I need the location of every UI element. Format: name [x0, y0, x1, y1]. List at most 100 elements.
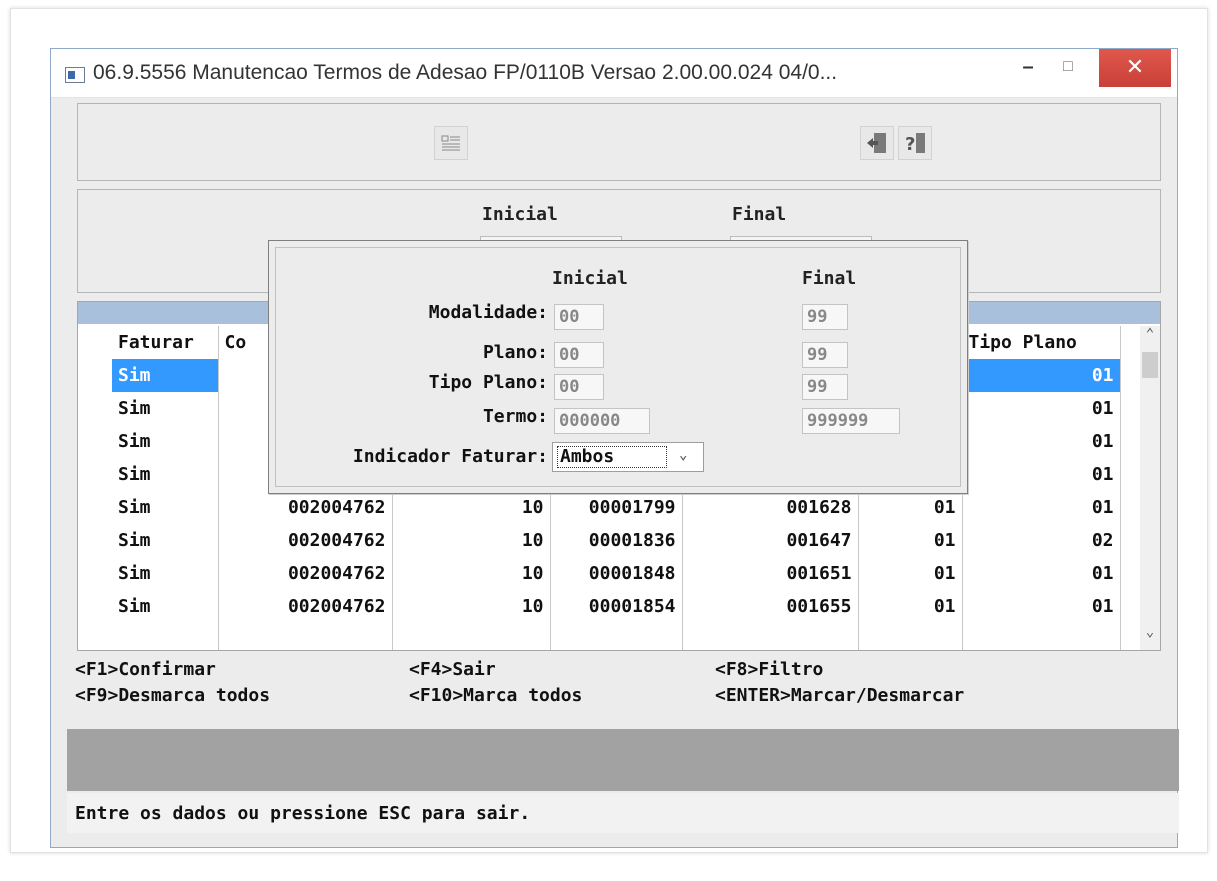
table-cell-plano[interactable]: 01 [858, 524, 963, 557]
table-row-empty [78, 623, 1121, 650]
close-button[interactable]: ✕ [1099, 49, 1171, 87]
minimize-button[interactable]: – [1011, 49, 1045, 87]
svg-text:?: ? [905, 134, 915, 155]
table-cell-proposta[interactable]: 001628 [682, 491, 859, 524]
termo-inicial-field[interactable]: 000000 [554, 408, 650, 434]
table-cell-tipo-plano[interactable]: 01 [962, 425, 1121, 458]
row-header-cell[interactable] [78, 590, 112, 623]
table-cell-proposta[interactable]: 001647 [682, 524, 859, 557]
table-row[interactable]: Sim 002004762 10 00001848 001651 01 01 [78, 557, 1121, 590]
row-header-cell[interactable] [78, 392, 112, 425]
indicador-faturar-label: Indicador Faturar: [352, 446, 548, 467]
table-cell-tipo-plano[interactable]: 01 [962, 590, 1121, 623]
table-cell-faturar[interactable]: Sim [112, 458, 219, 491]
indicador-faturar-value: Ambos [557, 446, 667, 468]
maximize-button[interactable]: □ [1051, 49, 1085, 87]
final-label: Final [732, 204, 787, 225]
table-cell-tipo-plano[interactable]: 01 [962, 491, 1121, 524]
table-cell-contratante[interactable]: 002004762 [218, 557, 393, 590]
grid-scrollbar[interactable]: ⌃ ⌄ [1140, 326, 1160, 650]
table-cell-termo[interactable]: 00001854 [550, 590, 683, 623]
table-cell-empty [682, 623, 859, 650]
filter-dialog-frame: Inicial Final Modalidade: 00 99 Plano: 0… [275, 247, 961, 487]
window-title: 06.9.5556 Manutencao Termos de Adesao FP… [93, 61, 838, 84]
table-cell-empty [962, 623, 1121, 650]
hotkey-mark-all[interactable]: <F10>Marca todos [409, 685, 582, 706]
filter-dialog: Inicial Final Modalidade: 00 99 Plano: 0… [268, 240, 968, 494]
scroll-thumb[interactable] [1142, 352, 1158, 378]
table-cell-empty [218, 623, 393, 650]
table-cell-termo[interactable]: 00001799 [550, 491, 683, 524]
hotkey-toggle-mark[interactable]: <ENTER>Marcar/Desmarcar [715, 685, 964, 706]
table-cell-tipo-plano[interactable]: 02 [962, 524, 1121, 557]
table-cell-termo[interactable]: 00001836 [550, 524, 683, 557]
hotkey-exit[interactable]: <F4>Sair [409, 659, 496, 680]
tipo-plano-label: Tipo Plano: [428, 372, 548, 393]
table-cell-empty [392, 623, 551, 650]
column-header[interactable]: Faturar [112, 326, 219, 359]
table-cell-faturar[interactable]: Sim [112, 491, 219, 524]
app-window-icon[interactable] [65, 67, 85, 83]
table-row[interactable]: Sim 002004762 10 00001799 001628 01 01 [78, 491, 1121, 524]
column-header[interactable]: Tipo Plano [962, 326, 1121, 359]
table-cell-empty [78, 623, 112, 650]
row-header-cell[interactable] [78, 425, 112, 458]
table-cell-faturar[interactable]: Sim [112, 590, 219, 623]
hotkey-filter[interactable]: <F8>Filtro [715, 659, 823, 680]
table-cell-faturar[interactable]: Sim [112, 557, 219, 590]
table-cell-faturar[interactable]: Sim [112, 425, 219, 458]
title-bar[interactable]: 06.9.5556 Manutencao Termos de Adesao FP… [51, 49, 1177, 98]
row-header-cell[interactable] [78, 524, 112, 557]
hotkey-unmark-all[interactable]: <F9>Desmarca todos [75, 685, 270, 706]
exit-door-icon[interactable] [860, 126, 894, 160]
tipo-plano-final-field[interactable]: 99 [802, 374, 848, 400]
toolbar: ? [77, 103, 1161, 181]
table-cell-plano[interactable]: 01 [858, 491, 963, 524]
table-cell-plano[interactable]: 01 [858, 590, 963, 623]
inicial-label: Inicial [482, 204, 558, 225]
table-cell-tipo-plano[interactable]: 01 [962, 392, 1121, 425]
table-cell-proposta[interactable]: 001651 [682, 557, 859, 590]
table-cell-modalidade[interactable]: 10 [392, 524, 551, 557]
table-cell-proposta[interactable]: 001655 [682, 590, 859, 623]
table-cell-tipo-plano[interactable]: 01 [962, 458, 1121, 491]
table-cell-tipo-plano[interactable]: 01 [962, 557, 1121, 590]
table-cell-modalidade[interactable]: 10 [392, 590, 551, 623]
table-cell-contratante[interactable]: 002004762 [218, 491, 393, 524]
scroll-down-icon[interactable]: ⌄ [1140, 624, 1160, 648]
table-cell-faturar[interactable]: Sim [112, 392, 219, 425]
indicador-faturar-select[interactable]: Ambos ⌄ [552, 442, 704, 472]
dialog-final-label: Final [802, 268, 857, 289]
help-icon[interactable]: ? [898, 126, 932, 160]
plano-final-field[interactable]: 99 [802, 342, 848, 368]
modalidade-final-field[interactable]: 99 [802, 304, 848, 330]
row-header-cell [78, 326, 112, 359]
status-bar: Entre os dados ou pressione ESC para sai… [67, 793, 1179, 833]
tipo-plano-inicial-field[interactable]: 00 [554, 374, 604, 400]
termo-label: Termo: [482, 406, 548, 427]
filter-list-icon[interactable] [434, 126, 468, 160]
table-cell-contratante[interactable]: 002004762 [218, 590, 393, 623]
plano-inicial-field[interactable]: 00 [554, 342, 604, 368]
chevron-down-icon[interactable]: ⌄ [679, 447, 687, 463]
plano-label: Plano: [482, 342, 548, 363]
table-row[interactable]: Sim 002004762 10 00001854 001655 01 01 [78, 590, 1121, 623]
hotkey-confirm[interactable]: <F1>Confirmar [75, 659, 216, 680]
table-cell-modalidade[interactable]: 10 [392, 557, 551, 590]
hotkey-legend: <F1>Confirmar <F4>Sair <F8>Filtro <F9>De… [75, 657, 1165, 717]
table-row[interactable]: Sim 002004762 10 00001836 001647 01 02 [78, 524, 1121, 557]
table-cell-faturar[interactable]: Sim [112, 359, 219, 392]
scroll-up-icon[interactable]: ⌃ [1140, 326, 1160, 350]
modalidade-inicial-field[interactable]: 00 [554, 304, 604, 330]
termo-final-field[interactable]: 999999 [802, 408, 900, 434]
row-header-cell[interactable] [78, 491, 112, 524]
row-header-cell[interactable] [78, 359, 112, 392]
table-cell-tipo-plano[interactable]: 01 [962, 359, 1121, 392]
table-cell-termo[interactable]: 00001848 [550, 557, 683, 590]
table-cell-contratante[interactable]: 002004762 [218, 524, 393, 557]
row-header-cell[interactable] [78, 458, 112, 491]
table-cell-faturar[interactable]: Sim [112, 524, 219, 557]
row-header-cell[interactable] [78, 557, 112, 590]
table-cell-modalidade[interactable]: 10 [392, 491, 551, 524]
table-cell-plano[interactable]: 01 [858, 557, 963, 590]
